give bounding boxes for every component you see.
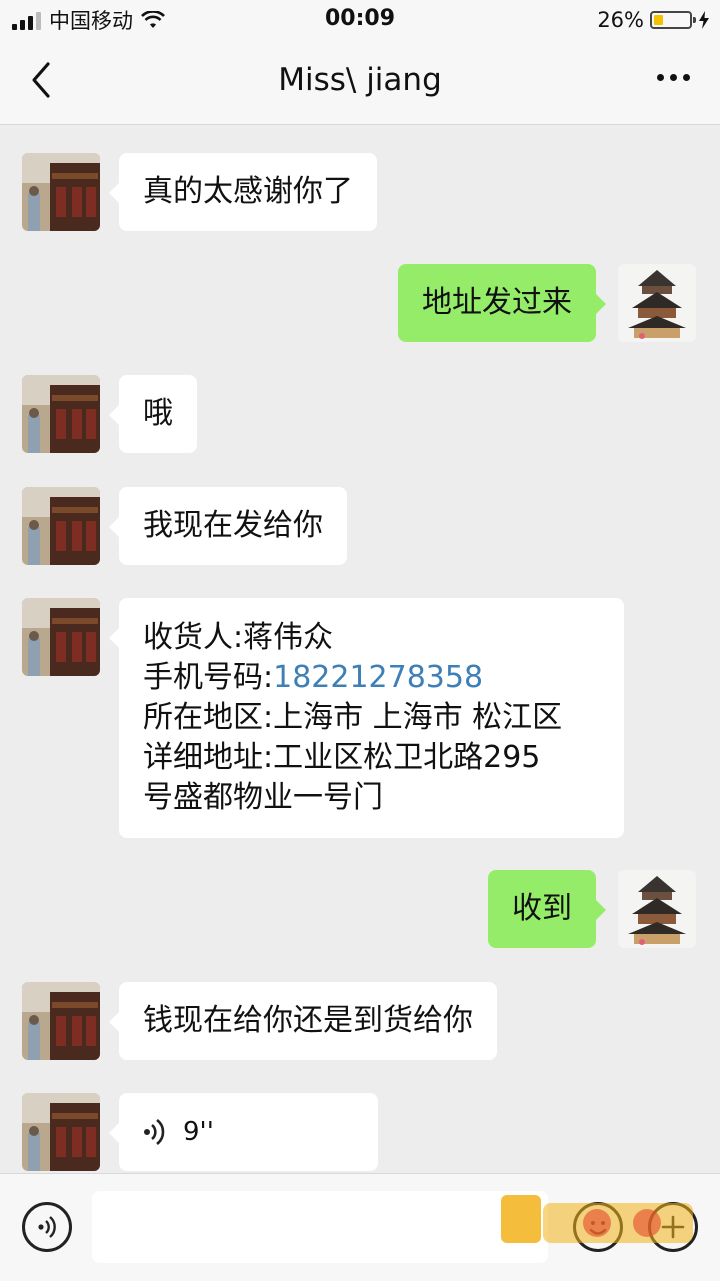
message-bubble[interactable]: 地址发过来: [398, 264, 606, 342]
voice-message: 9'': [143, 1093, 354, 1171]
battery-icon: [650, 11, 696, 29]
battery-percent: 26%: [597, 8, 644, 32]
message-line: 收货人:蒋伟众: [143, 620, 334, 655]
phone-label: 手机号码:: [143, 660, 274, 695]
more-dots-icon: [657, 74, 664, 81]
message-input[interactable]: [92, 1191, 548, 1263]
message-bubble[interactable]: 真的太感谢你了: [109, 153, 377, 231]
message-text: 真的太感谢你了: [143, 174, 353, 209]
message-bubble[interactable]: 我现在发给你: [109, 487, 347, 565]
voice-icon: [38, 1216, 56, 1238]
chat-title: Miss\ jiang: [278, 62, 442, 98]
status-right: 26%: [597, 6, 710, 34]
voice-message-bubble[interactable]: 9'': [109, 1093, 378, 1171]
voice-duration: 9'': [183, 1117, 214, 1147]
message-line: 号盛都物业一号门: [143, 780, 383, 815]
status-bar: 中国移动 00:09 26%: [0, 0, 720, 40]
message-bubble[interactable]: 收到: [488, 870, 606, 948]
emoji-button[interactable]: [573, 1202, 623, 1252]
avatar[interactable]: [22, 1093, 100, 1171]
message-line: 手机号码:18221278358: [143, 658, 600, 698]
chat-area[interactable]: 真的太感谢你了 地址发过来 哦 我现在发给你 收货人:蒋伟众 手机号码:1822…: [0, 125, 720, 1172]
more-button[interactable]: [657, 74, 690, 81]
message-bubble[interactable]: 钱现在给你还是到货给你: [109, 982, 497, 1060]
voice-toggle-button[interactable]: [22, 1202, 72, 1252]
avatar[interactable]: [618, 870, 696, 948]
emoji-icon: [589, 1221, 607, 1235]
avatar[interactable]: [22, 375, 100, 453]
address-message-bubble[interactable]: 收货人:蒋伟众 手机号码:18221278358 所在地区:上海市 上海市 松江…: [109, 598, 624, 838]
avatar[interactable]: [22, 153, 100, 231]
input-bar: [0, 1173, 720, 1281]
phone-number-link[interactable]: 18221278358: [273, 660, 483, 695]
nav-bar: Miss\ jiang: [0, 40, 720, 125]
message-text: 哦: [143, 396, 173, 431]
plus-button[interactable]: [648, 1202, 698, 1252]
message-text: 我现在发给你: [143, 508, 323, 543]
message-text: 钱现在给你还是到货给你: [143, 1003, 473, 1038]
message-text: 地址发过来: [422, 285, 572, 320]
plus-icon: [661, 1215, 685, 1239]
message-text: 收到: [512, 891, 572, 926]
battery-fill: [654, 15, 663, 25]
charging-bolt-icon: [699, 11, 709, 29]
avatar[interactable]: [22, 982, 100, 1060]
avatar[interactable]: [22, 598, 100, 676]
avatar[interactable]: [618, 264, 696, 342]
avatar[interactable]: [22, 487, 100, 565]
voice-wave-icon: [144, 1118, 165, 1146]
message-line: 详细地址:工业区松卫北路295: [143, 740, 541, 775]
message-bubble[interactable]: 哦: [109, 375, 197, 453]
message-line: 所在地区:上海市 上海市 松江区: [143, 700, 563, 735]
